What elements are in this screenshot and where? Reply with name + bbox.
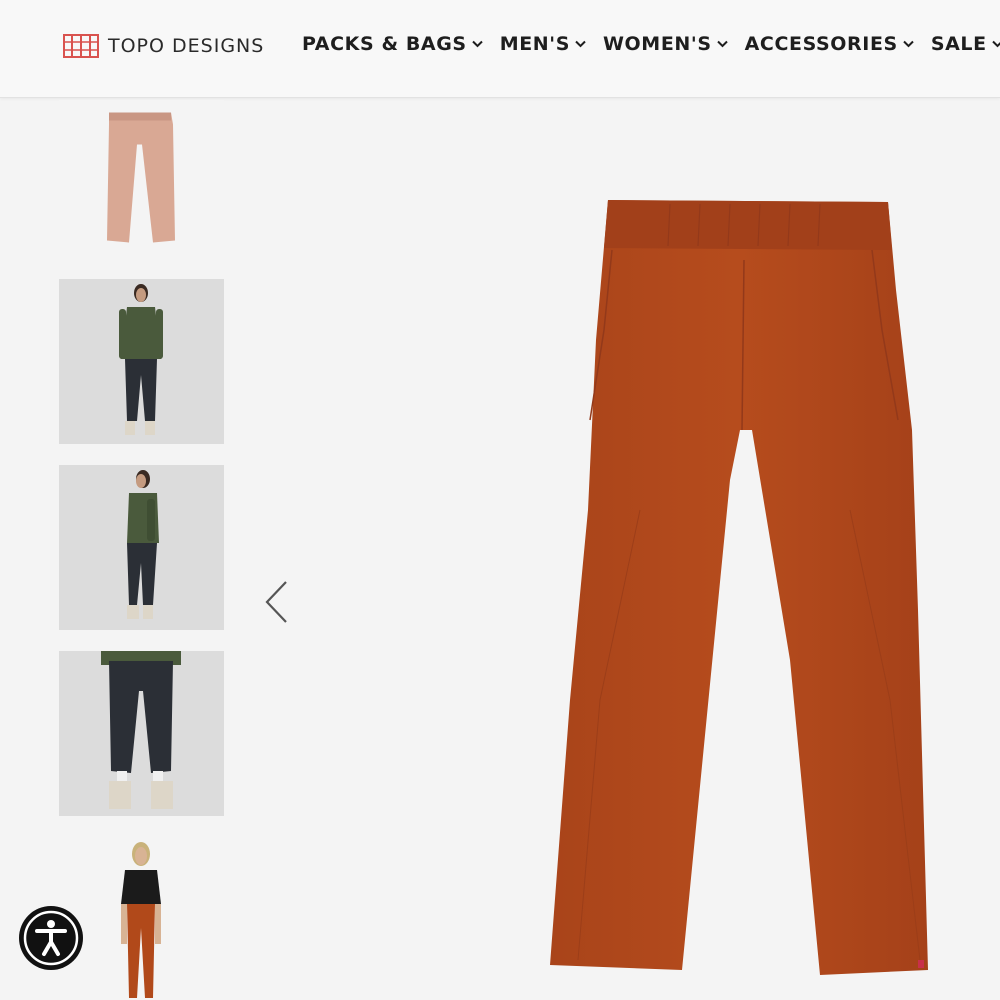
accessibility-button[interactable]: [19, 906, 83, 970]
brand-name: TOPO DESIGNS: [108, 35, 265, 57]
pants-closeup-image: [101, 651, 181, 809]
model-side-image: [127, 470, 159, 619]
nav-item-packs-bags[interactable]: PACKS & BAGS: [302, 33, 483, 55]
rust-pants-image: [550, 200, 928, 975]
main-product-image: [520, 180, 980, 985]
previous-image-button[interactable]: [262, 578, 292, 626]
nav-label: WOMEN'S: [603, 33, 712, 55]
thumbnail-model-orange-pants[interactable]: [59, 837, 224, 1000]
nav-label: SALE: [930, 33, 987, 55]
thumbnail-model-side[interactable]: [59, 465, 224, 630]
accessibility-person-icon: [23, 910, 79, 966]
model-orange-pants-image: [121, 842, 161, 998]
brand-logo[interactable]: TOPO DESIGNS: [63, 33, 264, 59]
nav-label: ACCESSORIES: [744, 33, 898, 55]
thumbnail-pants-closeup[interactable]: [59, 651, 224, 816]
nav-label: MEN'S: [499, 33, 570, 55]
nav-item-womens[interactable]: WOMEN'S: [603, 33, 728, 55]
thumbnail-model-front[interactable]: [59, 279, 224, 444]
thumbnail-pink-pants[interactable]: [59, 100, 224, 260]
folded-map-icon: [63, 34, 99, 58]
chevron-down-icon: [716, 40, 728, 48]
pink-pants-image: [107, 112, 175, 243]
nav-label: PACKS & BAGS: [302, 33, 467, 55]
chevron-down-icon: [471, 40, 483, 48]
site-header: TOPO DESIGNS PACKS & BAGS MEN'S WOMEN'S …: [0, 0, 1000, 98]
main-nav: PACKS & BAGS MEN'S WOMEN'S ACCESSORIES S…: [302, 33, 1000, 55]
chevron-left-icon: [265, 581, 287, 623]
nav-item-accessories[interactable]: ACCESSORIES: [745, 33, 914, 55]
chevron-down-icon: [903, 40, 914, 48]
chevron-down-icon: [575, 40, 586, 48]
nav-item-sale[interactable]: SALE: [931, 33, 1000, 55]
model-front-image: [119, 284, 163, 435]
chevron-down-icon: [991, 40, 1000, 48]
nav-item-mens[interactable]: MEN'S: [500, 33, 586, 55]
